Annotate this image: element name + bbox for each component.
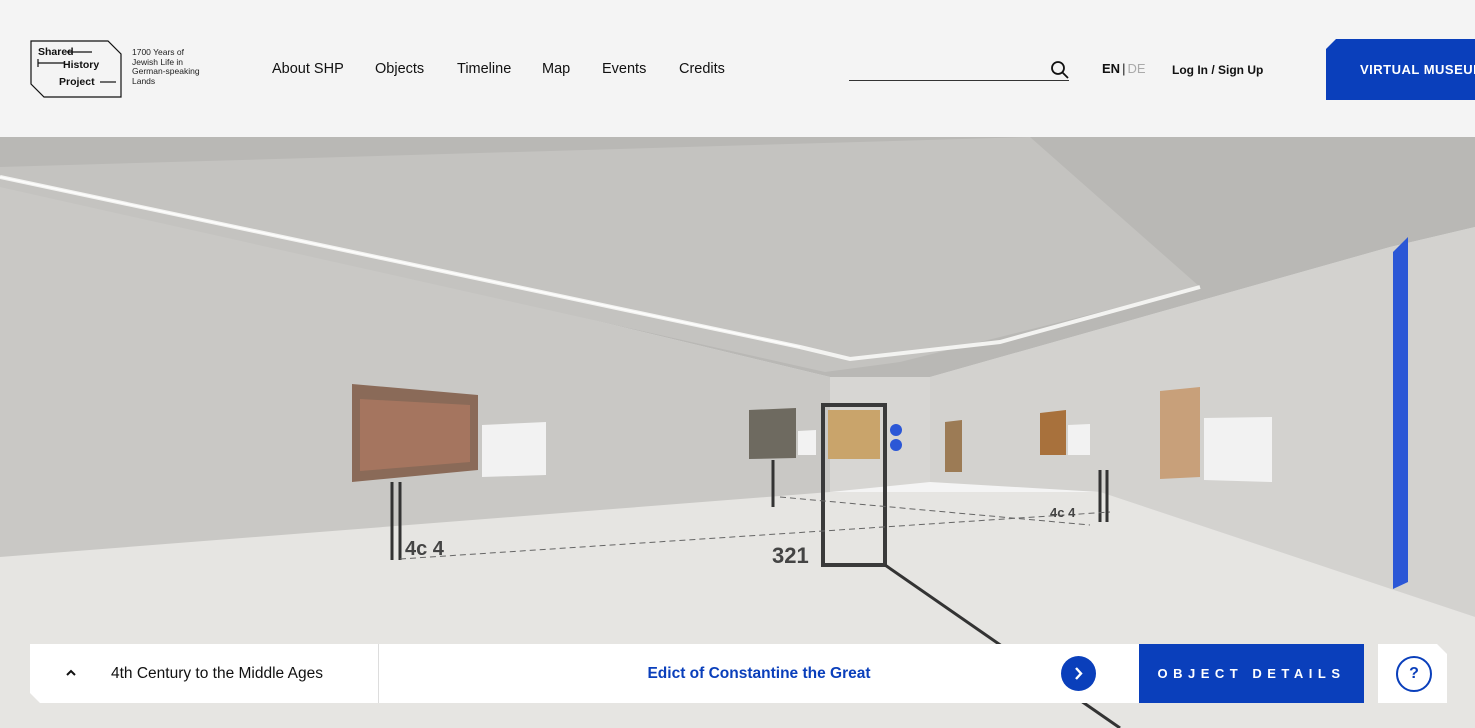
search-icon[interactable] <box>1050 60 1070 80</box>
object-title[interactable]: Edict of Constantine the Great <box>379 665 1139 683</box>
nav-objects[interactable]: Objects <box>375 61 424 77</box>
gallery-render: 4c 4 321 4c 4 <box>0 137 1475 728</box>
logo-line-history: History <box>63 59 100 71</box>
logo-line-project: Project <box>59 76 95 88</box>
virtual-gallery-view[interactable]: 4c 4 321 4c 4 <box>0 137 1475 728</box>
language-switcher: EN | DE <box>1102 61 1146 76</box>
login-signup-link[interactable]: Log In / Sign Up <box>1172 63 1263 77</box>
virtual-museum-button[interactable]: VIRTUAL MUSEUM <box>1326 39 1475 100</box>
chevron-right-icon <box>1075 667 1083 680</box>
nav-map[interactable]: Map <box>542 61 570 77</box>
floor-label-right: 4c 4 <box>1050 505 1076 520</box>
lang-de[interactable]: DE <box>1127 61 1145 76</box>
help-icon[interactable]: ? <box>1396 656 1432 692</box>
nav-credits[interactable]: Credits <box>679 61 725 77</box>
floor-label-center: 321 <box>772 543 809 568</box>
site-tagline: 1700 Years of Jewish Life in German-spea… <box>132 47 222 86</box>
site-header: Shared History Project 1700 Years of Jew… <box>0 0 1475 137</box>
lang-separator: | <box>1122 61 1126 76</box>
next-object-button[interactable] <box>1061 656 1096 691</box>
lang-en[interactable]: EN <box>1102 61 1120 76</box>
nav-events[interactable]: Events <box>602 61 646 77</box>
floor-label-left: 4c 4 <box>405 538 445 560</box>
search-input[interactable] <box>849 60 1048 80</box>
search-underline <box>849 80 1069 81</box>
tagline-line: Lands <box>132 75 156 86</box>
nav-timeline[interactable]: Timeline <box>457 61 511 77</box>
section-label[interactable]: 4th Century to the Middle Ages <box>111 665 323 683</box>
object-details-button[interactable]: OBJECT DETAILS <box>1139 644 1364 703</box>
logo-line-shared: Shared <box>38 46 74 58</box>
chevron-up-icon[interactable] <box>64 666 78 680</box>
site-logo[interactable]: Shared History Project <box>30 40 122 98</box>
nav-about-shp[interactable]: About SHP <box>272 61 344 77</box>
